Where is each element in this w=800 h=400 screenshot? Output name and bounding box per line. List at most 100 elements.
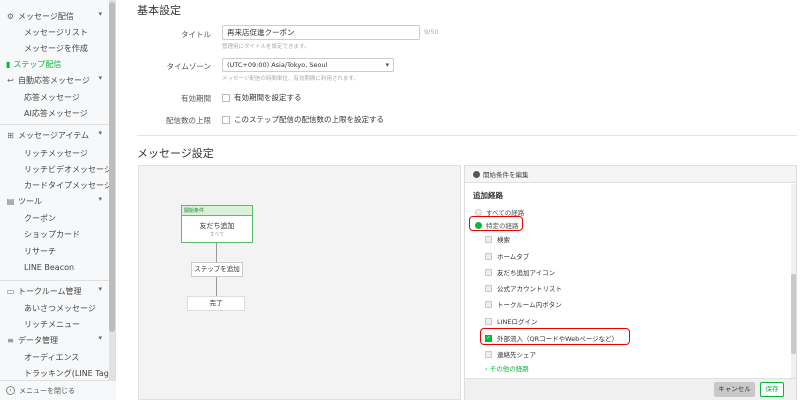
period-option-label: 有効期間を設定する xyxy=(234,93,302,102)
checkbox[interactable] xyxy=(485,284,492,292)
source-label: 検索 xyxy=(497,236,510,244)
title-input[interactable]: 再来店促進クーポン xyxy=(222,25,420,40)
message-settings-heading: メッセージ設定 xyxy=(137,147,214,160)
sidebar-item-rich-video[interactable]: リッチビデオメッセージ xyxy=(24,162,112,176)
limit-checkbox[interactable] xyxy=(222,115,230,124)
divider xyxy=(0,280,110,281)
basic-settings-heading: 基本設定 xyxy=(137,4,181,17)
sidebar-item-shop-card[interactable]: ショップカード xyxy=(24,227,80,241)
sidebar-section-auto-reply[interactable]: ↩ 自動応答メッセージ ▾ xyxy=(6,73,106,87)
collapse-icon: ‹ xyxy=(6,386,15,395)
collapse-menu-label: メニューを閉じる xyxy=(19,386,75,395)
section-divider xyxy=(137,135,797,136)
save-button[interactable]: 保存 xyxy=(760,382,784,397)
start-condition-node[interactable]: 開始条件 友だち追加 すべて xyxy=(181,205,253,243)
add-step-button[interactable]: ステップを追加 xyxy=(191,262,243,277)
database-icon: ≡ xyxy=(7,335,14,345)
sidebar-item-message-list[interactable]: メッセージリスト xyxy=(24,25,88,39)
chevron-down-icon: ▾ xyxy=(98,74,102,82)
sidebar-section-label: ツール xyxy=(18,196,42,206)
panel-header-label: 開始条件を編集 xyxy=(483,171,529,179)
flow-canvas[interactable]: 開始条件 友だち追加 すべて ステップを追加 完了 xyxy=(138,165,461,400)
source-talkroom-button[interactable]: トークルーム内ボタン xyxy=(485,299,562,309)
checkbox[interactable] xyxy=(485,235,492,243)
route-subheading: 追加経路 xyxy=(473,191,503,200)
main-content: 基本設定 タイトル 再来店促進クーポン 9/50 管理用にタイトルを設定できます… xyxy=(117,0,800,400)
toolbox-icon: ▤ xyxy=(6,196,15,206)
sidebar-item-step-delivery[interactable]: ▮ ステップ配信 xyxy=(6,57,61,71)
source-label: トークルーム内ボタン xyxy=(497,301,562,309)
start-node-header: 開始条件 xyxy=(182,206,252,216)
sidebar-scrollbar[interactable] xyxy=(109,0,115,380)
more-routes-link[interactable]: › その他の経路 xyxy=(485,363,529,373)
timezone-label: タイムゾーン xyxy=(166,62,211,71)
sidebar-item-coupon[interactable]: クーポン xyxy=(24,211,56,225)
source-official-list[interactable]: 公式アカウントリスト xyxy=(485,283,562,293)
source-home-tab[interactable]: ホームタブ xyxy=(485,251,529,261)
sidebar-item-research[interactable]: リサーチ xyxy=(24,244,56,258)
end-node[interactable]: 完了 xyxy=(187,296,245,311)
sidebar-item-greeting[interactable]: あいさつメッセージ xyxy=(24,301,96,315)
sidebar-item-auto-reply[interactable]: 応答メッセージ xyxy=(24,90,80,104)
divider xyxy=(0,124,110,125)
source-contact-share[interactable]: 連絡先シェア xyxy=(485,349,536,359)
sidebar: ⚙ メッセージ配信 ▾ メッセージリスト メッセージを作成 ▮ ステップ配信 ↩… xyxy=(0,0,116,400)
talk-room-icon: ▭ xyxy=(6,286,15,296)
sidebar-item-audience[interactable]: オーディエンス xyxy=(24,350,79,364)
radio-off[interactable] xyxy=(475,208,482,216)
chevron-down-icon: ▾ xyxy=(98,129,102,137)
source-label: ホームタブ xyxy=(497,253,530,261)
sidebar-item-line-beacon[interactable]: LINE Beacon xyxy=(24,260,74,274)
period-checkbox-row[interactable]: 有効期間を設定する xyxy=(222,92,302,103)
timezone-select[interactable]: (UTC+09:00) Asia/Tokyo, Seoul ▾ xyxy=(222,58,394,72)
sidebar-scroll-thumb[interactable] xyxy=(109,2,115,332)
highlight-box xyxy=(469,216,523,231)
collapse-menu-button[interactable]: ‹ メニューを閉じる xyxy=(0,380,116,400)
source-label: LINEログイン xyxy=(497,318,538,326)
checkbox[interactable] xyxy=(485,350,492,358)
sidebar-item-rich-menu[interactable]: リッチメニュー xyxy=(24,317,80,331)
limit-checkbox-row[interactable]: このステップ配信の配信数の上限を設定する xyxy=(222,114,384,125)
sidebar-item-create-message[interactable]: メッセージを作成 xyxy=(24,41,88,55)
panel-scrollbar[interactable] xyxy=(791,184,796,399)
checkbox[interactable] xyxy=(485,317,492,325)
source-label: 友だち追加アイコン xyxy=(497,269,556,277)
checkbox[interactable] xyxy=(485,268,492,276)
cancel-button[interactable]: キャンセル xyxy=(714,382,755,397)
flow-connector xyxy=(216,243,217,262)
message-item-icon: ⊞ xyxy=(7,130,14,140)
source-search[interactable]: 検索 xyxy=(485,234,510,244)
sidebar-item-rich-message[interactable]: リッチメッセージ xyxy=(24,146,88,160)
period-checkbox[interactable] xyxy=(222,93,230,102)
panel-scroll-thumb[interactable] xyxy=(791,274,796,354)
more-routes-label: その他の経路 xyxy=(489,365,529,373)
bar-chart-icon: ▮ xyxy=(6,59,11,69)
panel-footer: キャンセル 保存 xyxy=(465,378,796,400)
sidebar-section-label: メッセージ配信 xyxy=(18,11,74,21)
sidebar-item-card-type[interactable]: カードタイプメッセージ xyxy=(24,178,112,192)
sidebar-section-label: 自動応答メッセージ xyxy=(18,75,90,85)
checkbox[interactable] xyxy=(485,300,492,308)
chevron-down-icon: ▾ xyxy=(98,285,102,293)
limit-option-label: このステップ配信の配信数の上限を設定する xyxy=(234,115,384,124)
start-node-title: 友だち追加 xyxy=(199,222,235,230)
sidebar-section-talk-room[interactable]: ▭ トークルーム管理 ▾ xyxy=(6,284,106,298)
chevron-down-icon: ▾ xyxy=(98,334,102,342)
sidebar-item-ai-reply[interactable]: AI応答メッセージ xyxy=(24,106,88,120)
sidebar-section-message-items[interactable]: ⊞ メッセージアイテム ▾ xyxy=(6,128,106,142)
sidebar-section-message-delivery[interactable]: ⚙ メッセージ配信 ▾ xyxy=(6,9,106,23)
source-line-login[interactable]: LINEログイン xyxy=(485,316,538,326)
reply-icon: ↩ xyxy=(7,75,14,85)
edit-icon xyxy=(473,170,480,178)
sidebar-section-tools[interactable]: ▤ ツール ▾ xyxy=(6,194,106,208)
source-add-friend-icon[interactable]: 友だち追加アイコン xyxy=(485,267,555,277)
sidebar-section-data[interactable]: ≡ データ管理 ▾ xyxy=(6,333,106,347)
timezone-value: (UTC+09:00) Asia/Tokyo, Seoul xyxy=(227,61,328,69)
checkbox[interactable] xyxy=(485,252,492,260)
sidebar-item-tracking[interactable]: トラッキング(LINE Tag) xyxy=(24,366,112,380)
source-label: 公式アカウントリスト xyxy=(497,285,562,293)
period-label: 有効期間 xyxy=(181,94,211,103)
limit-label: 配信数の上限 xyxy=(166,116,211,125)
source-label: 連絡先シェア xyxy=(497,351,536,359)
chevron-down-icon: ▾ xyxy=(98,195,102,203)
